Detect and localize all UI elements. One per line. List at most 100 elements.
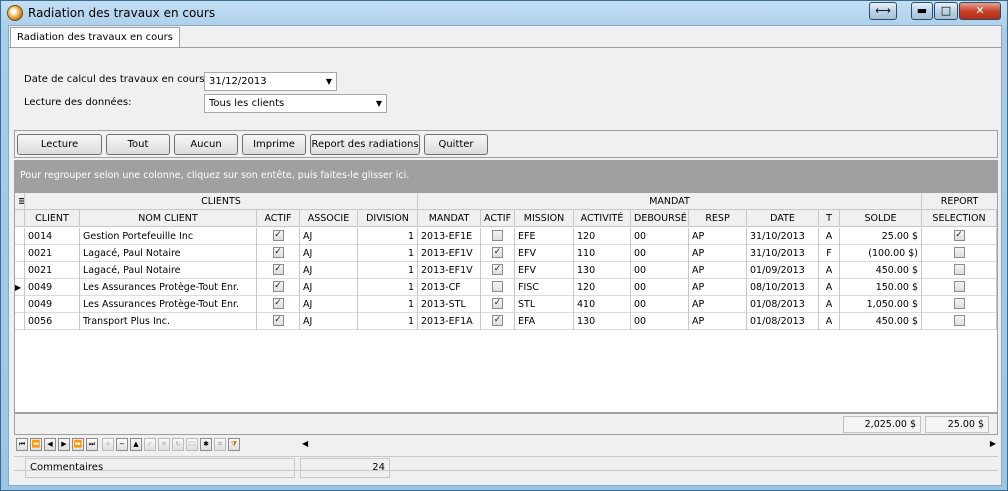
- cell-solde[interactable]: 450.00 $: [840, 262, 922, 279]
- cell-mission[interactable]: FISC: [515, 279, 574, 296]
- checked-checkbox[interactable]: ✓: [272, 315, 284, 326]
- date-combo[interactable]: 31/12/2013 ▼: [204, 72, 337, 91]
- cell-activite[interactable]: 130: [574, 262, 631, 279]
- cell-activite[interactable]: 120: [574, 279, 631, 296]
- cell-nom[interactable]: Les Assurances Protège-Tout Enr.: [80, 296, 257, 313]
- column-header-mactif[interactable]: ACTIF: [481, 210, 515, 227]
- lecture-button[interactable]: Lecture: [17, 134, 102, 155]
- scroll-right-icon[interactable]: ▶: [990, 439, 996, 448]
- column-header-solde[interactable]: SOLDE: [840, 210, 922, 227]
- close-button[interactable]: ✕: [959, 2, 1001, 20]
- cell-mission[interactable]: EFV: [515, 262, 574, 279]
- refresh-icon[interactable]: ↻: [172, 438, 184, 451]
- cell-t[interactable]: A: [819, 279, 840, 296]
- cell-date[interactable]: 31/10/2013: [747, 228, 819, 245]
- cell-debourse[interactable]: 00: [631, 296, 689, 313]
- cell-associe[interactable]: AJ: [300, 262, 358, 279]
- table-row[interactable]: ▶ 0049 Les Assurances Protège-Tout Enr. ✓ AJ…: [15, 279, 997, 296]
- unchecked-checkbox[interactable]: [492, 281, 503, 292]
- column-header-client[interactable]: CLIENT: [25, 210, 80, 227]
- cell-nom[interactable]: Lagacé, Paul Notaire: [80, 262, 257, 279]
- cell-mission[interactable]: EFV: [515, 245, 574, 262]
- cell-associe[interactable]: AJ: [300, 313, 358, 330]
- post-icon[interactable]: ✓: [144, 438, 156, 451]
- table-row[interactable]: 0021 Lagacé, Paul Notaire ✓ AJ 1 2013-EF1V ✓ EF…: [15, 245, 997, 262]
- checked-checkbox[interactable]: ✓: [953, 230, 965, 241]
- table-row[interactable]: 0021 Lagacé, Paul Notaire ✓ AJ 1 2013-EF1V ✓ EF…: [15, 262, 997, 279]
- cell-activite[interactable]: 120: [574, 228, 631, 245]
- cell-t[interactable]: A: [819, 296, 840, 313]
- edit-icon[interactable]: ▲: [130, 438, 142, 451]
- cell-division[interactable]: 1: [358, 296, 418, 313]
- report-radiations-button[interactable]: Report des radiations: [310, 134, 420, 155]
- minimize-button[interactable]: ▬: [911, 2, 933, 20]
- checked-checkbox[interactable]: ✓: [492, 247, 503, 258]
- next-record-icon[interactable]: ▶: [58, 438, 70, 451]
- current-row-indicator-icon[interactable]: ▶: [15, 279, 25, 296]
- resize-icon[interactable]: ⟷: [869, 2, 897, 20]
- column-header-mission[interactable]: MISSION: [515, 210, 574, 227]
- cell-t[interactable]: F: [819, 245, 840, 262]
- cell-t[interactable]: A: [819, 228, 840, 245]
- column-header-resp[interactable]: RESP: [689, 210, 747, 227]
- bookmark-icon[interactable]: ✱: [200, 438, 212, 451]
- cell-date[interactable]: 31/10/2013: [747, 245, 819, 262]
- cell-t[interactable]: A: [819, 313, 840, 330]
- cell-division[interactable]: 1: [358, 279, 418, 296]
- table-row[interactable]: 0049 Les Assurances Protège-Tout Enr. ✓ AJ 1…: [15, 296, 997, 313]
- cell-debourse[interactable]: 00: [631, 313, 689, 330]
- column-header-associe[interactable]: ASSOCIE: [300, 210, 358, 227]
- cell-debourse[interactable]: 00: [631, 228, 689, 245]
- column-header-activite[interactable]: ACTIVITÉ: [574, 210, 631, 227]
- row-indicator[interactable]: [15, 262, 25, 279]
- row-indicator[interactable]: [15, 228, 25, 245]
- cell-resp[interactable]: AP: [689, 296, 747, 313]
- cell-activite[interactable]: 110: [574, 245, 631, 262]
- column-header-actif[interactable]: ACTIF: [257, 210, 300, 227]
- goto-bookmark-icon[interactable]: ✲: [214, 438, 226, 451]
- cell-nom[interactable]: Lagacé, Paul Notaire: [80, 245, 257, 262]
- unchecked-checkbox[interactable]: [953, 315, 965, 326]
- cell-solde[interactable]: 1,050.00 $: [840, 296, 922, 313]
- cell-date[interactable]: 01/08/2013: [747, 296, 819, 313]
- cell-mandat[interactable]: 2013-EF1A: [418, 313, 481, 330]
- cancel-icon[interactable]: ✕: [158, 438, 170, 451]
- imprime-button[interactable]: Imprime: [242, 134, 306, 155]
- cell-resp[interactable]: AP: [689, 279, 747, 296]
- cell-resp[interactable]: AP: [689, 245, 747, 262]
- tab-radiation[interactable]: Radiation des travaux en cours: [10, 27, 180, 48]
- prev-record-icon[interactable]: ◀: [44, 438, 56, 451]
- column-header-mandat[interactable]: MANDAT: [418, 210, 481, 227]
- cell-activite[interactable]: 130: [574, 313, 631, 330]
- row-indicator[interactable]: [15, 313, 25, 330]
- cell-mandat[interactable]: 2013-EF1V: [418, 262, 481, 279]
- scroll-left-icon[interactable]: ◀: [302, 439, 308, 448]
- quitter-button[interactable]: Quitter: [424, 134, 488, 155]
- cell-mission[interactable]: EFE: [515, 228, 574, 245]
- cell-mission[interactable]: EFA: [515, 313, 574, 330]
- cell-associe[interactable]: AJ: [300, 245, 358, 262]
- checked-checkbox[interactable]: ✓: [492, 298, 503, 309]
- cell-debourse[interactable]: 00: [631, 262, 689, 279]
- save-bookmark-icon[interactable]: ☐: [186, 438, 198, 451]
- cell-client[interactable]: 0021: [25, 262, 80, 279]
- checked-checkbox[interactable]: ✓: [272, 247, 284, 258]
- column-header-division[interactable]: DIVISION: [358, 210, 418, 227]
- cell-client[interactable]: 0056: [25, 313, 80, 330]
- cell-nom[interactable]: Les Assurances Protège-Tout Enr.: [80, 279, 257, 296]
- cell-solde[interactable]: (100.00 $): [840, 245, 922, 262]
- column-header-t[interactable]: T: [819, 210, 840, 227]
- cell-debourse[interactable]: 00: [631, 245, 689, 262]
- dropdown-arrow-icon[interactable]: ▼: [326, 73, 332, 90]
- title-bar[interactable]: Radiation des travaux en cours ⟷ ▬ □ ✕: [1, 1, 1007, 25]
- cell-associe[interactable]: AJ: [300, 279, 358, 296]
- group-by-panel[interactable]: Pour regrouper selon une colonne, clique…: [14, 160, 998, 192]
- cell-nom[interactable]: Gestion Portefeuille Inc: [80, 228, 257, 245]
- cell-associe[interactable]: AJ: [300, 296, 358, 313]
- aucun-button[interactable]: Aucun: [174, 134, 238, 155]
- cell-debourse[interactable]: 00: [631, 279, 689, 296]
- cell-division[interactable]: 1: [358, 245, 418, 262]
- cell-associe[interactable]: AJ: [300, 228, 358, 245]
- column-header-date[interactable]: DATE: [747, 210, 819, 227]
- cell-mandat[interactable]: 2013-STL: [418, 296, 481, 313]
